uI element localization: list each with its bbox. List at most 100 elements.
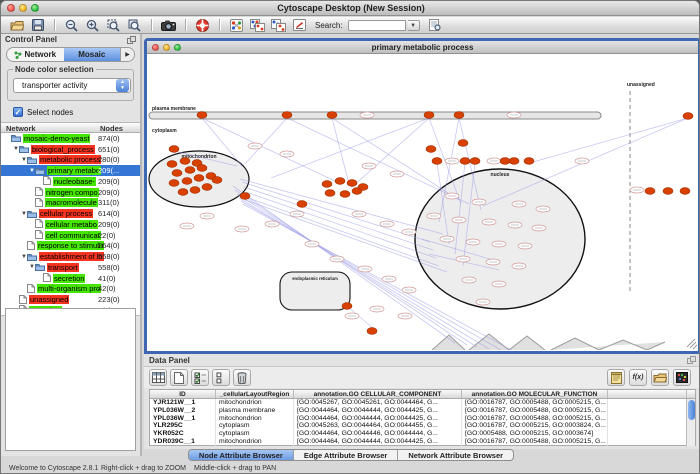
selected-network-node[interactable] [335, 178, 345, 185]
table-row[interactable]: YPL036W__2plasma membrane[GO:0044464, GO… [150, 407, 695, 415]
selected-network-node[interactable] [470, 158, 480, 165]
select-nodes-checkbox[interactable]: ✓ [13, 107, 23, 117]
selected-network-node[interactable] [194, 175, 204, 182]
selected-network-node[interactable] [178, 189, 188, 196]
tab-edge-attribute-browser[interactable]: Edge Attribute Browser [294, 450, 398, 460]
more-tabs-icon[interactable]: ▶ [120, 48, 134, 61]
tree-row[interactable]: ▼transport558(0) [1, 262, 140, 273]
selected-network-node[interactable] [212, 177, 222, 184]
selected-network-node[interactable] [342, 303, 352, 310]
selected-network-node[interactable] [197, 165, 207, 172]
selected-network-node[interactable] [322, 181, 332, 188]
zoom-out-icon[interactable] [62, 18, 81, 33]
selected-network-node[interactable] [172, 170, 182, 177]
resize-grip-icon[interactable] [693, 345, 697, 349]
selected-network-node[interactable] [524, 158, 534, 165]
save-icon[interactable] [28, 18, 47, 33]
float-panel-icon[interactable] [127, 31, 136, 49]
selected-network-node[interactable] [282, 112, 292, 119]
close-view-icon[interactable] [152, 44, 159, 51]
help-lifering-icon[interactable] [193, 18, 212, 33]
tree-row[interactable]: nucleobase-209(0) [1, 176, 140, 187]
zoom-in-icon[interactable] [83, 18, 102, 33]
table-scrollbar-thumb[interactable] [688, 400, 695, 420]
attribute-table-icon[interactable] [149, 369, 167, 386]
attribute-table-header[interactable]: ID_cellularLayoutRegionannotation.GO CEL… [150, 390, 695, 399]
tree-row[interactable]: ▼establishment of lo558(0) [1, 251, 140, 262]
selected-network-node[interactable] [424, 112, 434, 119]
selected-network-node[interactable] [645, 188, 655, 195]
selected-network-node[interactable] [169, 180, 179, 187]
tree-row[interactable]: ▼biological_process651(0) [1, 144, 140, 155]
unselect-attributes-icon[interactable] [212, 369, 230, 386]
network-edge[interactable] [271, 118, 429, 178]
column-header[interactable] [608, 390, 687, 398]
tree-row[interactable]: response to stimulu264(0) [1, 241, 140, 252]
network-edge[interactable] [533, 118, 688, 162]
advanced-search-icon[interactable] [426, 18, 445, 33]
attribute-matrix-icon[interactable] [673, 369, 691, 386]
table-row[interactable]: YDR039C__1mitochondrion[GO:0044464, GO:0… [150, 438, 695, 446]
selected-network-node[interactable] [167, 161, 177, 168]
tree-row[interactable]: cell communicat22(0) [1, 230, 140, 241]
selected-network-node[interactable] [500, 158, 510, 165]
notepad-icon[interactable] [607, 369, 625, 386]
tab-network-attribute-browser[interactable]: Network Attribute Browser [398, 450, 513, 460]
selected-network-node[interactable] [340, 191, 350, 198]
selected-network-node[interactable] [185, 167, 195, 174]
column-header[interactable]: ID [150, 390, 216, 398]
table-row[interactable]: YJR121W__1mitochondrion[GO:0045267, GO:0… [150, 399, 695, 407]
zoom-window-icon[interactable] [31, 4, 39, 12]
import-folder-icon[interactable] [651, 369, 669, 386]
tree-row[interactable]: secretion41(0) [1, 273, 140, 284]
table-row[interactable]: YLR295Ccytoplasm[GO:0045263, GO:0044464,… [150, 422, 695, 430]
column-header[interactable]: annotation.GO CELLULAR_COMPONENT [294, 390, 462, 398]
select-attributes-icon[interactable] [191, 369, 209, 386]
search-dropdown-icon[interactable]: ▼ [408, 20, 420, 31]
selected-network-node[interactable] [325, 190, 335, 197]
selected-network-node[interactable] [182, 178, 192, 185]
selected-network-node[interactable] [683, 113, 693, 120]
selected-network-node[interactable] [454, 112, 464, 119]
network-manager-icon[interactable] [227, 18, 246, 33]
selected-network-node[interactable] [327, 112, 337, 119]
table-scrollbar[interactable] [686, 399, 695, 446]
tree-row[interactable]: nitrogen compo209(0) [1, 187, 140, 198]
network-view-titlebar[interactable]: primary metabolic process [147, 41, 698, 54]
open-folder-icon[interactable] [7, 18, 26, 33]
create-network-copy-icon[interactable] [269, 18, 288, 33]
selected-network-node[interactable] [180, 158, 190, 165]
tree-row[interactable]: ▼metabolic process280(0) [1, 155, 140, 166]
delete-attribute-icon[interactable] [233, 369, 251, 386]
zoom-selected-icon[interactable] [104, 18, 123, 33]
node-color-dropdown[interactable]: transporter activity ▲▼ [13, 78, 131, 93]
new-attribute-icon[interactable] [170, 369, 188, 386]
selected-network-node[interactable] [458, 140, 468, 147]
minimize-view-icon[interactable] [163, 44, 170, 51]
column-header[interactable]: annotation.GO MOLECULAR_FUNCTION [462, 390, 608, 398]
selected-network-node[interactable] [240, 193, 250, 200]
column-header[interactable]: _cellularLayoutRegion [216, 390, 294, 398]
table-row[interactable]: YKR052Ccytoplasm[GO:0044464, GO:0044446,… [150, 430, 695, 438]
plasma-membrane-region[interactable] [149, 112, 601, 119]
function-builder-icon[interactable]: f(x) [629, 369, 647, 386]
close-window-icon[interactable] [7, 4, 15, 12]
selected-network-node[interactable] [663, 188, 673, 195]
network-canvas[interactable]: plasma membranecytoplasmmitochondrionnuc… [147, 54, 698, 350]
tree-row[interactable]: ▼cellular process614(0) [1, 208, 140, 219]
tab-node-attribute-browser[interactable]: Node Attribute Browser [189, 450, 294, 460]
tab-mosaic[interactable]: Mosaic [64, 48, 121, 61]
network-edge[interactable] [351, 118, 429, 188]
tree-row[interactable]: macromolecule311(0) [1, 198, 140, 209]
snapshot-camera-icon[interactable] [159, 18, 178, 33]
selected-network-node[interactable] [202, 184, 212, 191]
search-input[interactable] [348, 20, 406, 31]
tab-network[interactable]: Network [7, 48, 64, 61]
selected-network-node[interactable] [680, 188, 690, 195]
selected-network-node[interactable] [197, 112, 207, 119]
network-edge[interactable] [332, 118, 349, 184]
zoom-view-icon[interactable] [174, 44, 181, 51]
window-titlebar[interactable]: Cytoscape Desktop (New Session) [1, 1, 700, 16]
tree-row[interactable]: cellular metabo209(0) [1, 219, 140, 230]
selected-network-node[interactable] [460, 158, 470, 165]
